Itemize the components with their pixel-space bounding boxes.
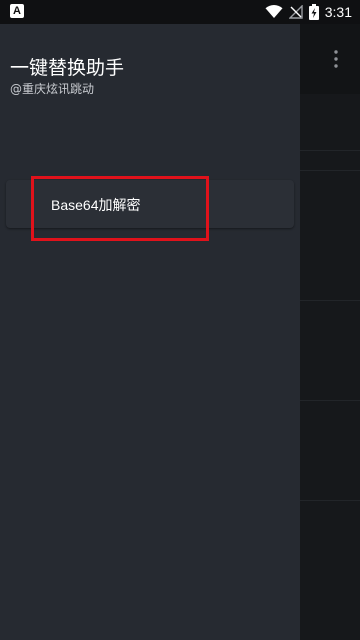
background-divider bbox=[300, 500, 360, 501]
background-screen bbox=[300, 24, 360, 640]
background-divider bbox=[300, 170, 360, 171]
wifi-icon bbox=[265, 5, 283, 18]
status-right: 3:31 bbox=[265, 2, 352, 22]
status-time: 3:31 bbox=[324, 4, 352, 20]
background-divider bbox=[300, 300, 360, 301]
background-toolbar bbox=[300, 24, 360, 94]
background-divider bbox=[300, 150, 360, 151]
more-vertical-icon bbox=[334, 50, 338, 68]
drawer-title: 一键替换助手 bbox=[10, 57, 125, 79]
app-notification-icon: A bbox=[10, 4, 24, 18]
status-bar: A 3:31 bbox=[0, 0, 360, 24]
highlight-box bbox=[31, 176, 209, 241]
battery-charging-icon bbox=[308, 4, 319, 20]
navigation-drawer: 一键替换助手 @重庆炫讯跳动 Base64加解密 bbox=[0, 0, 300, 640]
signal-off-icon bbox=[288, 5, 303, 19]
status-left: A bbox=[10, 4, 24, 18]
background-divider bbox=[300, 400, 360, 401]
drawer-subtitle: @重庆炫讯跳动 bbox=[10, 82, 95, 96]
